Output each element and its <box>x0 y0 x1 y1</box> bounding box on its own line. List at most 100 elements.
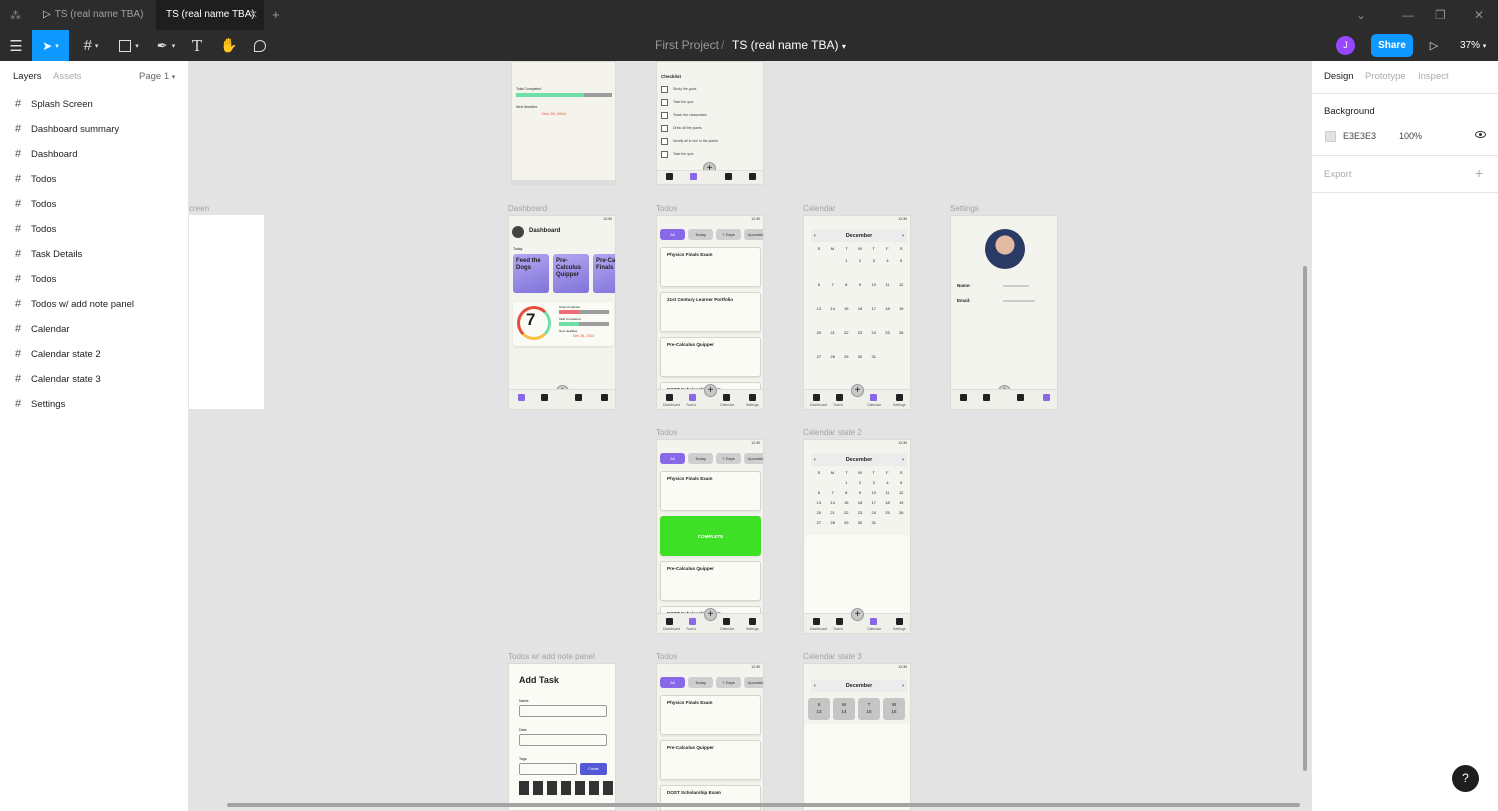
day-cell[interactable]: 21 <box>826 330 840 354</box>
task-card[interactable]: Pre-Calculus Quipper <box>553 254 589 293</box>
filter-pill[interactable]: 7 Days <box>716 677 741 688</box>
day-cell[interactable]: 28 <box>826 354 840 378</box>
next-icon[interactable]: › <box>902 680 904 692</box>
task-details-frame[interactable]: Checklist Study the gods Take the quiz Tea… <box>656 61 764 185</box>
day-cell[interactable]: 20 <box>812 330 826 354</box>
calendar-state-2-frame[interactable]: 12:30 ‹ December › S M T W T F S 1 2 3 4 5 6 7 8 9 10 11 12 13 1… <box>803 439 911 634</box>
calendar-nav-icon[interactable] <box>870 618 877 625</box>
checkbox-icon[interactable] <box>661 99 668 106</box>
add-button[interactable]: + <box>704 384 717 397</box>
text-tool-button[interactable]: T <box>186 30 208 61</box>
frame-label-todos[interactable]: Todos <box>656 204 677 213</box>
day-cell[interactable] <box>894 354 908 378</box>
day-cell[interactable]: 8 <box>839 490 853 500</box>
day-cell[interactable]: 15 <box>839 500 853 510</box>
settings-nav-icon[interactable] <box>896 394 903 401</box>
calendar-frame[interactable]: 12:30 ‹ December › S M T W T F S 1 2 3 4 5 6 7 8 9 10 11 12 13 1… <box>803 215 911 410</box>
day-cell[interactable]: 23 <box>853 330 867 354</box>
layer-item[interactable]: # Todos w/ add note panel <box>0 297 188 313</box>
layer-item[interactable]: # Dashboard summary <box>0 122 188 138</box>
day-cell[interactable] <box>812 258 826 282</box>
filter-pill[interactable]: 7 Days <box>716 229 741 240</box>
prev-icon[interactable]: ‹ <box>814 454 816 466</box>
day-cell[interactable] <box>826 480 840 490</box>
nav-icon[interactable] <box>666 173 673 180</box>
dashboard-frame[interactable]: 12:30 Dashboard Today Feed the Dogs Pre-C… <box>508 215 616 410</box>
layer-item[interactable]: # Calendar <box>0 322 188 338</box>
dashboard-summary-frame[interactable]: Total Completed Next deadline Dec 28, 20… <box>511 61 616 185</box>
todo-card[interactable]: Pre-Calculus Quipper <box>660 740 761 780</box>
day-cell[interactable] <box>881 520 895 530</box>
minimize-icon[interactable]: — <box>1402 0 1414 30</box>
frame-label-splash[interactable]: creen <box>189 204 209 213</box>
checklist-item[interactable]: Teach the classmates <box>661 111 761 121</box>
day-cell[interactable]: 11 <box>881 282 895 306</box>
layer-item[interactable]: # Todos <box>0 272 188 288</box>
day-cell[interactable]: 12 <box>894 490 908 500</box>
checklist-item[interactable]: Take the quiz <box>661 98 761 108</box>
close-window-icon[interactable]: ✕ <box>1474 0 1484 30</box>
prev-icon[interactable]: ‹ <box>814 230 816 242</box>
date-input[interactable] <box>519 734 607 746</box>
calendar-nav-icon[interactable] <box>575 394 582 401</box>
todo-card[interactable]: Physics Finals Exam <box>660 471 761 511</box>
filter-pill[interactable]: All <box>660 677 685 688</box>
settings-nav-icon[interactable] <box>749 394 756 401</box>
day-cell[interactable]: 8 <box>839 282 853 306</box>
tags-input[interactable] <box>519 763 577 775</box>
todos-frame-2[interactable]: 12:30 All Today 7 Days Upcoming Physics Final… <box>656 439 764 634</box>
nav-icon[interactable] <box>725 173 732 180</box>
day-cell[interactable]: 13 <box>812 500 826 510</box>
checklist-item[interactable]: Drink all the plants <box>661 124 761 134</box>
day-cell[interactable]: 7 <box>826 282 840 306</box>
nav-icon[interactable] <box>690 173 697 180</box>
day-cell[interactable]: 20 <box>812 510 826 520</box>
day-cell[interactable]: 17 <box>867 500 881 510</box>
task-card[interactable]: Feed the Dogs <box>513 254 549 293</box>
splash-screen-frame[interactable] <box>189 215 264 409</box>
day-cell[interactable]: 25 <box>881 330 895 354</box>
pen-tool-button[interactable]: ✒ ▾ <box>151 30 181 61</box>
day-cell[interactable]: 29 <box>839 354 853 378</box>
calendar-nav-icon[interactable] <box>870 394 877 401</box>
day-chip[interactable]: M 14 <box>833 698 855 720</box>
shape-tool-button[interactable]: ▾ <box>114 30 144 61</box>
hand-tool-button[interactable]: ✋ <box>218 30 240 61</box>
calendar-state-3-frame[interactable]: 12:30 ‹ December › S 13 M 14 T 15 W 16 <box>803 663 911 811</box>
add-export-icon[interactable]: + <box>1475 165 1483 181</box>
day-cell[interactable]: 5 <box>894 258 908 282</box>
todos-frame-1[interactable]: 12:30 All Today 7 Days Upcoming Physics Final… <box>656 215 764 410</box>
filter-pill[interactable]: Today <box>688 677 713 688</box>
add-note-frame[interactable]: Add Task Name: Date: Tags: Create <box>508 663 616 811</box>
day-cell[interactable]: 12 <box>894 282 908 306</box>
dashboard-nav-icon[interactable] <box>813 618 820 625</box>
task-card[interactable]: Pre-Ca Finals <box>593 254 615 293</box>
filter-pill[interactable]: All <box>660 453 685 464</box>
nav-icon[interactable] <box>749 173 756 180</box>
settings-nav-icon[interactable] <box>601 394 608 401</box>
new-tab-button[interactable]: + <box>272 0 280 30</box>
day-cell[interactable]: 28 <box>826 520 840 530</box>
name-input[interactable] <box>519 705 607 717</box>
settings-frame[interactable]: Name: Email: + <box>950 215 1058 410</box>
next-icon[interactable]: › <box>902 454 904 466</box>
todos-nav-icon[interactable] <box>689 394 696 401</box>
day-cell[interactable]: 14 <box>826 500 840 510</box>
layer-item[interactable]: # Todos <box>0 172 188 188</box>
todo-card[interactable]: Physics Finals Exam <box>660 695 761 735</box>
day-cell[interactable]: 23 <box>853 510 867 520</box>
day-cell[interactable]: 15 <box>839 306 853 330</box>
horizontal-scrollbar[interactable] <box>227 803 1300 807</box>
layer-item[interactable]: # Todos <box>0 222 188 238</box>
layer-item[interactable]: # Dashboard <box>0 147 188 163</box>
todos-nav-icon[interactable] <box>689 618 696 625</box>
zoom-level[interactable]: 37% ▾ <box>1460 30 1486 61</box>
tab-assets[interactable]: Assets <box>53 71 82 82</box>
day-cell[interactable]: 22 <box>839 510 853 520</box>
day-cell[interactable]: 13 <box>812 306 826 330</box>
tab-file-2-active[interactable]: TS (real name TBA) ✕ <box>156 0 264 30</box>
vertical-scrollbar[interactable] <box>1303 266 1307 771</box>
filter-pill[interactable]: Today <box>688 453 713 464</box>
dashboard-nav-icon[interactable] <box>666 394 673 401</box>
filter-pill[interactable]: Upcoming <box>744 229 763 240</box>
